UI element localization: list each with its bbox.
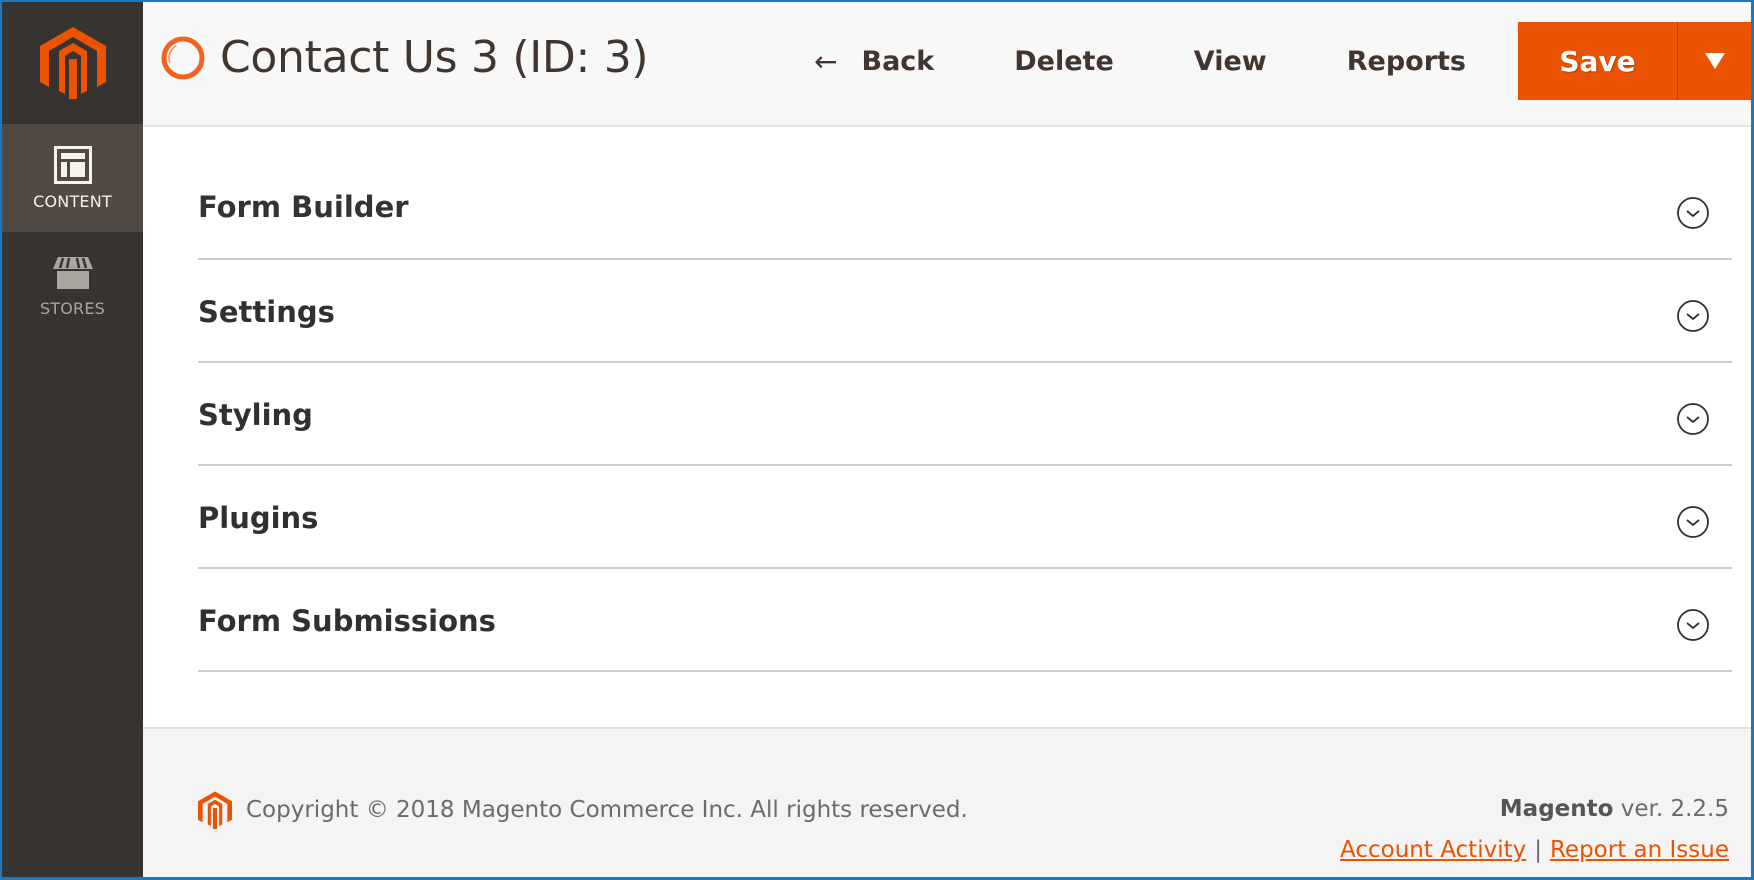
magento-logo-icon (198, 791, 232, 829)
chevron-circle-down-icon[interactable] (1676, 505, 1710, 539)
link-separator: | (1534, 837, 1542, 863)
section-title: Settings (198, 295, 335, 329)
version-info: Magento ver. 2.2.5 (1500, 796, 1729, 822)
section-title: Styling (198, 398, 313, 432)
spinner-ring-icon (161, 36, 205, 79)
page-title-group: Contact Us 3 (ID: 3) (160, 32, 649, 83)
sidebar-item-label: CONTENT (33, 191, 112, 211)
section-title: Form Submissions (198, 604, 496, 638)
section-title: Plugins (198, 501, 319, 535)
back-label: Back (861, 45, 935, 77)
caret-down-icon (1704, 53, 1725, 69)
admin-sidebar: CONTENT STORES (2, 2, 143, 877)
page-title: Contact Us 3 (ID: 3) (220, 32, 649, 83)
report-issue-link[interactable]: Report an Issue (1550, 837, 1729, 863)
page-actions: ← Back Delete View Reports Save (774, 22, 1751, 100)
section-styling[interactable]: Styling (198, 363, 1732, 466)
brand-name: Magento (1499, 796, 1614, 822)
section-form-builder[interactable]: Form Builder (198, 129, 1732, 260)
magento-logo-icon (39, 27, 106, 99)
delete-button[interactable]: Delete (974, 46, 1154, 77)
reports-button[interactable]: Reports (1307, 46, 1506, 77)
chevron-circle-down-icon[interactable] (1676, 299, 1710, 333)
page-header: Contact Us 3 (ID: 3) ← Back Delete View … (143, 2, 1751, 127)
save-split-button: Save (1518, 22, 1751, 100)
app-frame: CONTENT STORES Contact Us 3 (ID: 3) ← Ba… (0, 0, 1754, 880)
chevron-circle-down-icon[interactable] (1676, 608, 1710, 642)
footer-links: Account Activity | Report an Issue (1340, 837, 1729, 863)
arrow-left-icon: ← (814, 44, 838, 78)
section-settings[interactable]: Settings (198, 260, 1732, 363)
sidebar-item-stores[interactable]: STORES (2, 232, 143, 340)
sidebar-item-label: STORES (39, 298, 106, 318)
store-awning-icon (52, 256, 93, 289)
section-form-submissions[interactable]: Form Submissions (198, 569, 1732, 672)
section-title: Form Builder (198, 190, 409, 224)
chevron-circle-down-icon[interactable] (1676, 196, 1710, 230)
view-button[interactable]: View (1154, 46, 1307, 77)
page-footer: Copyright © 2018 Magento Commerce Inc. A… (143, 727, 1751, 877)
save-options-toggle[interactable] (1678, 22, 1751, 100)
magento-logo[interactable] (2, 2, 143, 124)
chevron-circle-down-icon[interactable] (1676, 402, 1710, 436)
copyright-text: Copyright © 2018 Magento Commerce Inc. A… (246, 797, 968, 823)
account-activity-link[interactable]: Account Activity (1340, 837, 1526, 863)
version-text: ver. 2.2.5 (1613, 796, 1729, 822)
back-button[interactable]: ← Back (774, 45, 974, 78)
copyright: Copyright © 2018 Magento Commerce Inc. A… (198, 791, 968, 829)
save-button[interactable]: Save (1518, 22, 1678, 100)
sidebar-item-content[interactable]: CONTENT (2, 124, 143, 232)
content-layout-icon (53, 145, 92, 184)
collapsible-sections: Form Builder Settings Styling Plugins Fo… (198, 129, 1732, 672)
section-plugins[interactable]: Plugins (198, 466, 1732, 569)
